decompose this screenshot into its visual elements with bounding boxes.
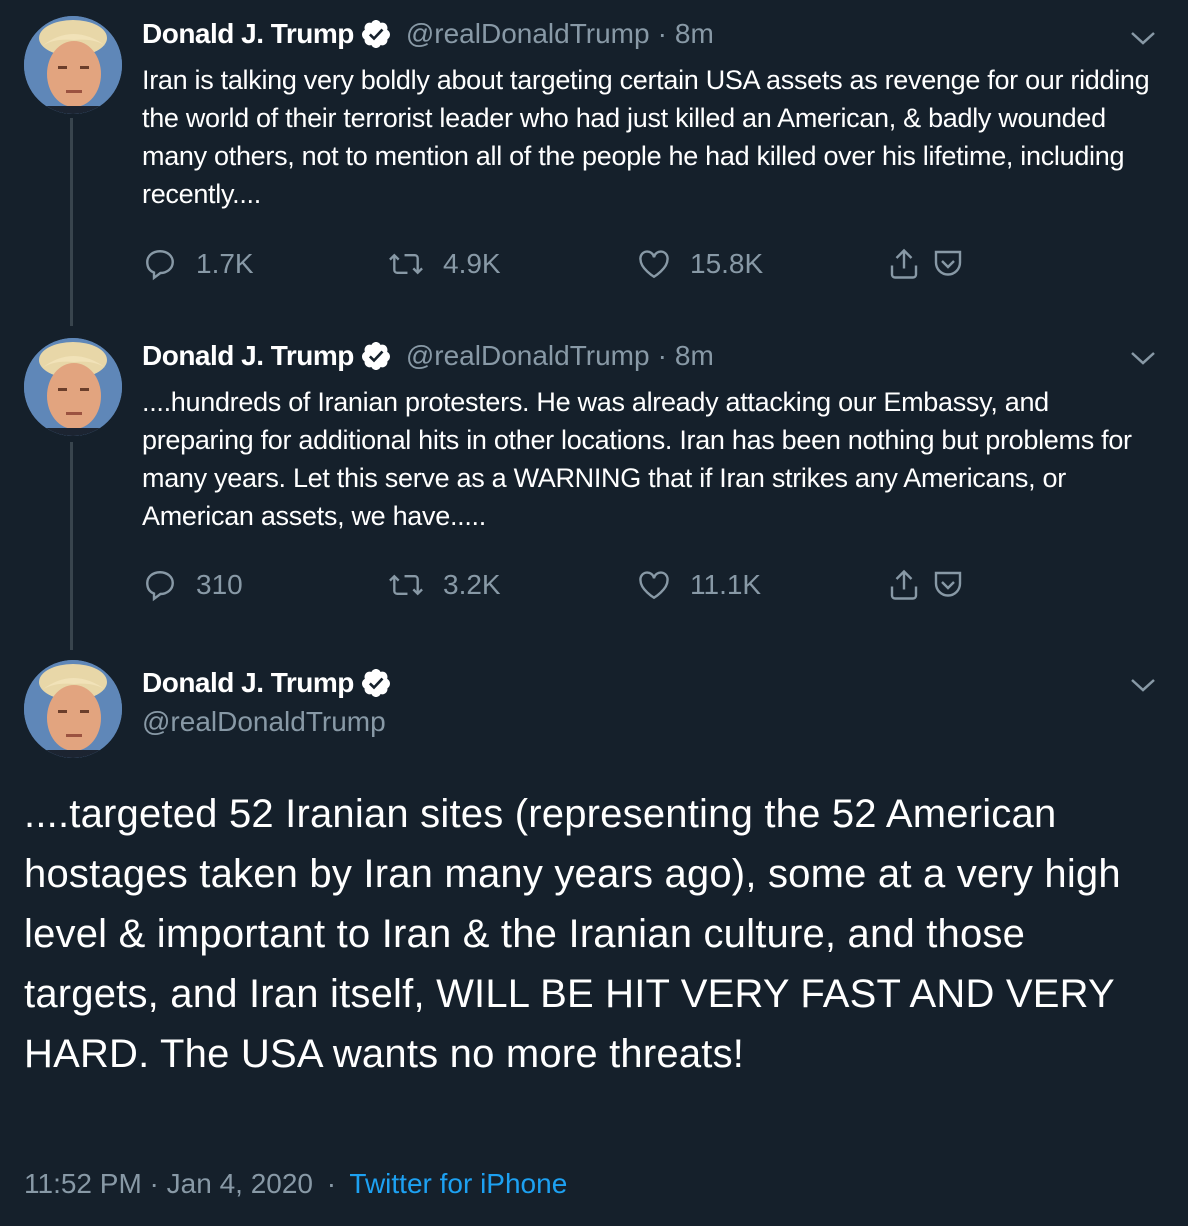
tweet-actions: 310 3.2K 11.1K (142, 567, 982, 607)
main-tweet-text: ....targeted 52 Iranian sites (represent… (24, 792, 1121, 1076)
avatar[interactable] (24, 16, 122, 114)
like-count: 11.1K (690, 569, 762, 600)
pocket-icon (934, 250, 962, 276)
share-icon (890, 569, 918, 600)
tweet-meta: 11:52 PM · Jan 4, 2020 · Twitter for iPh… (24, 1168, 567, 1200)
thread-line (70, 442, 73, 650)
verified-badge-icon (361, 669, 390, 697)
like-button[interactable]: 11.1K (636, 567, 761, 603)
tweet-actions: 1.7K 4.9K 15.8K (142, 246, 982, 286)
tweet-text: ....hundreds of Iranian protesters. He w… (142, 387, 1132, 531)
reply-button[interactable]: 310 (142, 567, 243, 603)
tweet-source-link[interactable]: Twitter for iPhone (349, 1168, 567, 1199)
reply-icon (146, 571, 174, 602)
reply-button[interactable]: 1.7K (142, 246, 254, 282)
separator: · (657, 18, 667, 49)
retweet-button[interactable]: 3.2K (387, 567, 501, 603)
tweet-header: Donald J. Trump @realDonaldTrump · 8m (142, 340, 714, 372)
chevron-down-icon[interactable] (1128, 348, 1158, 368)
reply-icon (146, 250, 174, 281)
like-count: 15.8K (690, 248, 764, 279)
display-name[interactable]: Donald J. Trump (142, 340, 354, 372)
tweet-header: Donald J. Trump @realDonaldTrump · 8m (142, 18, 714, 50)
display-name[interactable]: Donald J. Trump (142, 18, 354, 50)
handle[interactable]: @realDonaldTrump (142, 706, 386, 738)
save-button[interactable] (930, 246, 984, 282)
retweet-button[interactable]: 4.9K (387, 246, 501, 282)
retweet-count: 4.9K (443, 248, 501, 279)
handle[interactable]: @realDonaldTrump (406, 18, 650, 50)
handle[interactable]: @realDonaldTrump (406, 340, 650, 372)
share-icon (890, 248, 918, 279)
avatar[interactable] (24, 338, 122, 436)
reply-count: 1.7K (196, 248, 254, 279)
like-button[interactable]: 15.8K (636, 246, 763, 282)
reply-count: 310 (196, 569, 243, 600)
pocket-icon (934, 571, 962, 597)
tweet-timestamp[interactable]: 11:52 PM · Jan 4, 2020 (24, 1168, 313, 1199)
retweet-icon (389, 253, 423, 275)
display-name[interactable]: Donald J. Trump (142, 667, 354, 699)
chevron-down-icon[interactable] (1128, 28, 1158, 48)
separator: · (326, 1168, 337, 1199)
avatar[interactable] (24, 660, 122, 758)
save-button[interactable] (930, 567, 984, 603)
retweet-count: 3.2K (443, 569, 501, 600)
verified-badge-icon (361, 342, 390, 370)
tweet-text: Iran is talking very boldly about target… (142, 65, 1150, 209)
main-tweet-header: Donald J. Trump (142, 667, 406, 699)
heart-icon (639, 250, 669, 279)
thread-line (70, 118, 73, 326)
tweet-time[interactable]: 8m (675, 18, 714, 50)
tweet-time[interactable]: 8m (675, 340, 714, 372)
heart-icon (639, 571, 669, 600)
separator: · (657, 340, 667, 371)
verified-badge-icon (361, 20, 390, 48)
retweet-icon (389, 574, 423, 596)
chevron-down-icon[interactable] (1128, 675, 1158, 695)
